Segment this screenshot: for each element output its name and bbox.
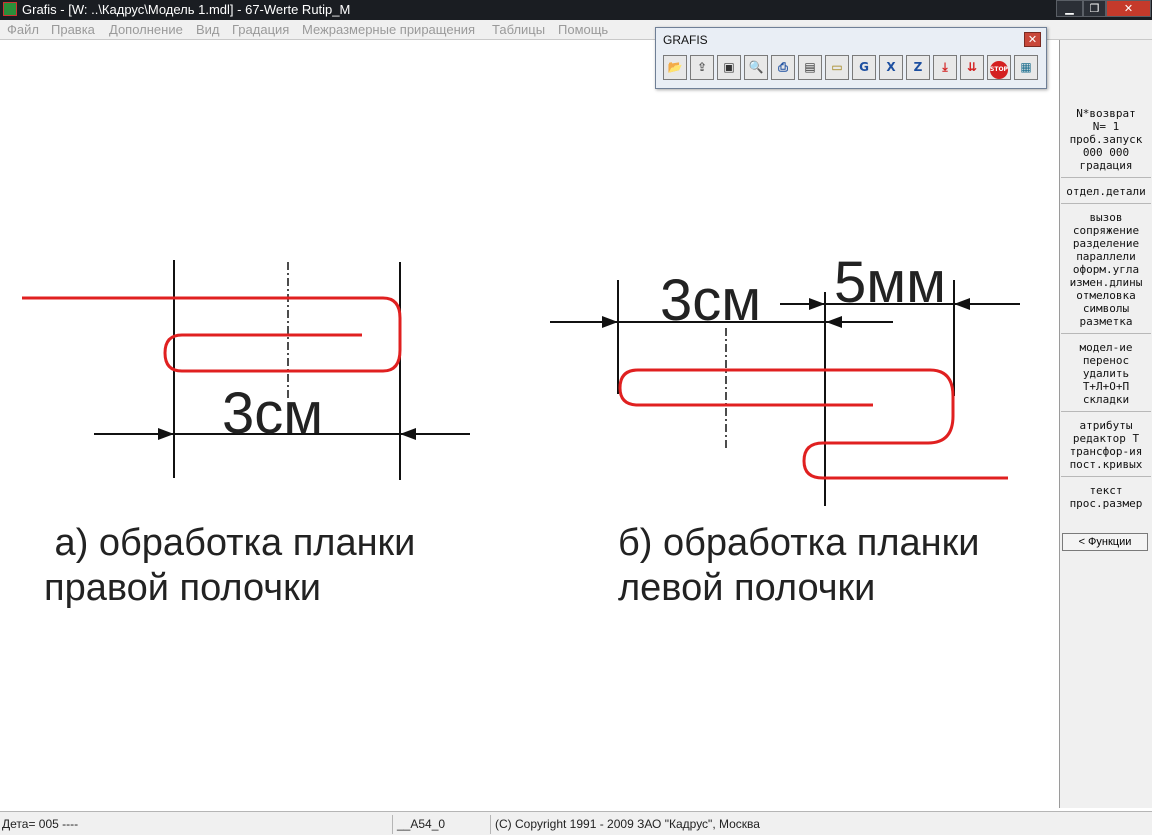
menu-edit[interactable]: Правка [51, 22, 95, 37]
import-icon: ⇪ [696, 60, 708, 74]
open-folder-icon: 📂 [667, 60, 683, 74]
function-separator [1061, 476, 1151, 477]
close-button[interactable]: ✕ [1106, 0, 1151, 17]
status-code: __A54_0 [392, 815, 489, 834]
dimension-label-3cm: 3см [222, 381, 323, 446]
dimension-label-5mm: 5мм [834, 250, 946, 315]
drawing-b: 3см 5мм [550, 250, 1020, 506]
dimension-label-3cm: 3см [660, 268, 761, 333]
function-item[interactable]: редактор Т [1060, 432, 1152, 445]
menu-grading[interactable]: Градация [232, 22, 289, 37]
function-item: проб.запуск [1069, 133, 1143, 146]
arrow-head-3cm-right [826, 316, 842, 328]
functions-button[interactable]: < Функции [1062, 533, 1148, 551]
title-bar: Grafis - [W: ..\Кадрус\Модель 1.mdl] - 6… [0, 0, 1152, 20]
function-item[interactable]: разметка [1060, 315, 1152, 328]
toolbar-button-4[interactable]: ⎙ [771, 55, 795, 80]
menu-view[interactable]: Вид [196, 22, 220, 37]
status-detail: Дета= 005 ---- [2, 817, 79, 831]
toolbar-button-7[interactable]: G [852, 55, 876, 80]
app-icon [3, 2, 17, 16]
toolbar-button-13[interactable]: ▦ [1014, 55, 1038, 80]
monitor-icon: ▦ [1020, 60, 1032, 74]
grading-z-icon: Z [913, 60, 923, 74]
download-icon: ⤓ [942, 60, 948, 74]
download-multi-icon: ⇊ [966, 60, 978, 74]
function-item[interactable]: складки [1060, 393, 1152, 406]
arrow-head-right [400, 428, 416, 440]
caption-a: а) обработка планки правой полочки [44, 522, 416, 609]
function-item[interactable]: удалить [1060, 367, 1152, 380]
arrow-head-5mm-left [809, 298, 825, 310]
function-item[interactable]: Т+Л+О+П [1060, 380, 1152, 393]
arrow-head-left [158, 428, 174, 440]
menu-extras[interactable]: Дополнение [109, 22, 183, 37]
toolbar-button-10[interactable]: ⤓ [933, 55, 957, 80]
function-item[interactable]: символы [1060, 302, 1152, 315]
function-item[interactable]: атрибуты [1060, 419, 1152, 432]
function-item[interactable]: отмеловка [1060, 289, 1152, 302]
zoom-icon: 🔍 [748, 60, 764, 74]
function-separator [1061, 203, 1151, 204]
menu-size-increments[interactable]: Межразмерные приращения [302, 22, 475, 37]
window-title: Grafis - [W: ..\Кадрус\Модель 1.mdl] - 6… [22, 2, 351, 17]
function-item[interactable]: вызов [1060, 211, 1152, 224]
toolbar-title: GRAFIS [663, 33, 708, 47]
function-item[interactable]: прос.размер [1060, 497, 1152, 510]
drawing-canvas[interactable]: 3см 3см 5мм а) обработка планки правой п… [0, 40, 1059, 808]
function-item[interactable]: текст [1060, 484, 1152, 497]
minimize-button[interactable]: ▁ [1056, 0, 1083, 17]
toolbar-button-12[interactable]: STOP [987, 55, 1011, 80]
function-separator [1061, 177, 1151, 178]
function-item[interactable]: сопряжение [1060, 224, 1152, 237]
drawing-a: 3см [22, 260, 470, 480]
placket-fold-line [618, 368, 1008, 480]
toolbar-button-1[interactable]: ⇪ [690, 55, 714, 80]
function-item: 000 000 [1082, 146, 1130, 159]
function-item: N= 1 [1092, 120, 1120, 133]
function-separator [1061, 411, 1151, 412]
function-item: градация [1079, 159, 1133, 172]
print-icon: ⎙ [778, 60, 788, 74]
function-item[interactable]: отдел.детали [1060, 185, 1152, 198]
toolbar-button-2[interactable]: ▣ [717, 55, 741, 80]
function-item[interactable]: модел-ие [1060, 341, 1152, 354]
placket-fold-line [22, 296, 402, 373]
function-item[interactable]: трансфор-ия [1060, 445, 1152, 458]
layers-icon: ▤ [804, 60, 816, 74]
toolbar-close-button[interactable]: ✕ [1024, 32, 1041, 47]
arrow-head-5mm-right [954, 298, 970, 310]
grading-x-icon: X [886, 60, 896, 74]
toolbar-button-0[interactable]: 📂 [663, 55, 687, 80]
status-copyright: (C) Copyright 1991 - 2009 ЗАО "Кадрус", … [490, 815, 760, 834]
function-item[interactable]: пост.кривых [1060, 458, 1152, 471]
save-icon: ▣ [723, 60, 735, 74]
caption-b: б) обработка планки левой полочки [618, 522, 980, 609]
menu-tables[interactable]: Таблицы [492, 22, 545, 37]
status-bar: Дета= 005 ---- __A54_0 (C) Copyright 199… [0, 811, 1152, 835]
ruler-icon: ▭ [831, 60, 843, 74]
toolbar-button-5[interactable]: ▤ [798, 55, 822, 80]
function-panel: N*возврат N= 1 проб.запуск 000 000 градация о… [1059, 40, 1152, 808]
function-item[interactable]: разделение [1060, 237, 1152, 250]
stop-icon: STOP [990, 61, 1008, 79]
function-item[interactable]: перенос [1060, 354, 1152, 367]
function-item: N*возврат [1076, 107, 1136, 120]
toolbar-button-11[interactable]: ⇊ [960, 55, 984, 80]
toolbar-button-3[interactable]: 🔍 [744, 55, 768, 80]
function-item[interactable]: оформ.угла [1060, 263, 1152, 276]
maximize-button[interactable]: ❐ [1083, 0, 1106, 17]
menu-file[interactable]: Файл [7, 22, 39, 37]
menu-help[interactable]: Помощь [558, 22, 608, 37]
grafis-toolbar[interactable]: GRAFIS ✕ 📂 ⇪ ▣ 🔍 ⎙ ▤ ▭ G X Z ⤓ ⇊ STOP ▦ [655, 27, 1047, 89]
function-separator [1061, 333, 1151, 334]
grading-g-icon: G [859, 60, 869, 74]
function-item[interactable]: измен.длины [1060, 276, 1152, 289]
toolbar-button-9[interactable]: Z [906, 55, 930, 80]
function-item[interactable]: параллели [1060, 250, 1152, 263]
toolbar-button-6[interactable]: ▭ [825, 55, 849, 80]
toolbar-button-8[interactable]: X [879, 55, 903, 80]
technical-drawing: 3см 3см 5мм [22, 250, 1020, 506]
arrow-head-3cm-left [602, 316, 618, 328]
